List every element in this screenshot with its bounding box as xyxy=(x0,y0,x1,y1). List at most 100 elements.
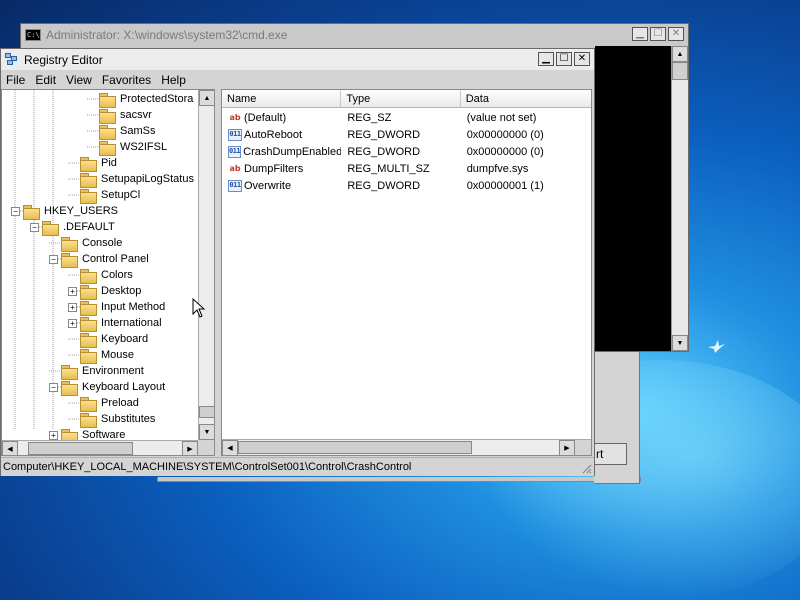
value-name: CrashDumpEnabled xyxy=(243,145,342,158)
regedit-titlebar[interactable]: Registry Editor ▁ ☐ ✕ xyxy=(1,49,594,70)
scroll-right-arrow-icon[interactable]: ▶ xyxy=(559,440,575,455)
registry-editor-icon xyxy=(5,53,19,66)
tree-item[interactable]: − Control Panel xyxy=(49,251,150,268)
tree-item[interactable]: Colors xyxy=(68,267,134,284)
list-header: Name Type Data xyxy=(222,90,591,108)
value-data: dumpfve.sys xyxy=(466,162,529,175)
tree-item[interactable]: Environment xyxy=(49,363,145,380)
regedit-close-button[interactable]: ✕ xyxy=(574,52,590,66)
tree-item[interactable]: sacsvr xyxy=(87,107,153,124)
tree-item[interactable]: − Keyboard Layout xyxy=(49,379,166,396)
tree-item-label: Console xyxy=(82,237,123,249)
expand-icon[interactable]: + xyxy=(68,302,77,312)
cmd-maximize-button[interactable]: ☐ xyxy=(650,27,666,41)
list-horizontal-scrollbar[interactable]: ◀ ▶ xyxy=(222,439,591,455)
folder-icon xyxy=(61,236,78,252)
scroll-up-arrow-icon[interactable]: ▲ xyxy=(672,46,688,62)
folder-icon xyxy=(99,108,116,124)
value-data: 0x00000000 (0) xyxy=(466,145,544,158)
value-data: (value not set) xyxy=(466,111,537,124)
scroll-down-arrow-icon[interactable]: ▼ xyxy=(199,424,214,440)
minimize-icon: ▁ xyxy=(542,53,550,64)
tree-item-label: Desktop xyxy=(101,285,142,297)
tree-item[interactable]: Console xyxy=(49,235,123,252)
collapse-icon[interactable]: − xyxy=(30,222,39,232)
list-item[interactable]: ab (Default) REG_SZ (value not set) xyxy=(222,109,591,126)
folder-icon xyxy=(61,364,78,380)
tree-item[interactable]: Mouse xyxy=(68,347,135,364)
list-hscroll-thumb[interactable] xyxy=(238,441,472,454)
folder-icon xyxy=(61,380,78,396)
regedit-maximize-button[interactable]: ☐ xyxy=(556,52,572,66)
collapse-icon[interactable]: − xyxy=(49,254,58,264)
column-header-name[interactable]: Name xyxy=(222,90,342,107)
tree-item[interactable]: + Desktop xyxy=(68,283,142,300)
regedit-minimize-button[interactable]: ▁ xyxy=(538,52,554,66)
tree-item[interactable]: − HKEY_USERS xyxy=(11,203,119,220)
value-type: REG_SZ xyxy=(347,111,392,124)
folder-icon xyxy=(42,220,59,236)
list-item[interactable]: 011 CrashDumpEnabled REG_DWORD 0x00000000 (… xyxy=(222,143,591,160)
expand-icon[interactable]: + xyxy=(68,286,77,296)
tree-item[interactable]: SetupCl xyxy=(68,187,141,204)
cmd-minimize-button[interactable]: ▁ xyxy=(632,27,648,41)
background-dialog-button[interactable]: rt xyxy=(594,443,627,465)
tree-item[interactable]: Keyboard xyxy=(68,331,149,348)
tree-item[interactable]: SamSs xyxy=(87,123,156,140)
cmd-titlebar[interactable]: C:\ Administrator: X:\windows\system32\c… xyxy=(21,24,688,45)
tree-item[interactable]: + Input Method xyxy=(68,299,166,316)
scroll-right-arrow-icon[interactable]: ▶ xyxy=(182,441,198,455)
expand-icon[interactable]: + xyxy=(68,318,77,328)
folder-icon xyxy=(80,172,97,188)
binary-value-icon: 011 xyxy=(228,179,242,192)
menu-help[interactable]: Help xyxy=(156,73,191,87)
list-item[interactable]: 011 AutoReboot REG_DWORD 0x00000000 (0) xyxy=(222,126,591,143)
collapse-icon[interactable]: − xyxy=(11,206,20,216)
folder-icon xyxy=(80,348,97,364)
regedit-window-title: Registry Editor xyxy=(24,52,103,67)
column-header-data[interactable]: Data xyxy=(461,90,591,107)
scroll-left-arrow-icon[interactable]: ◀ xyxy=(222,440,238,455)
tree-item-label: Control Panel xyxy=(82,253,149,265)
registry-key-tree[interactable]: ProtectedStora sacsvr SamSs WS2IFSL Pid Setup… xyxy=(1,89,215,456)
background-dialog-button-label: rt xyxy=(596,447,604,461)
column-header-type[interactable]: Type xyxy=(341,90,461,107)
cmd-close-button[interactable]: ✕ xyxy=(668,27,684,41)
tree-item[interactable]: WS2IFSL xyxy=(87,139,168,156)
expand-icon[interactable]: + xyxy=(49,430,58,440)
tree-item[interactable]: SetupapiLogStatus xyxy=(68,171,195,188)
close-icon: ✕ xyxy=(577,53,587,64)
folder-icon xyxy=(80,412,97,428)
value-name: AutoReboot xyxy=(244,128,303,141)
tree-item[interactable]: ProtectedStora xyxy=(87,91,194,108)
menu-file[interactable]: File xyxy=(1,73,30,87)
tree-item[interactable]: − .DEFAULT xyxy=(30,219,116,236)
tree-item[interactable]: + International xyxy=(68,315,163,332)
tree-vertical-scrollbar[interactable]: ▲ ▼ xyxy=(198,90,214,440)
cmd-console-area[interactable] xyxy=(595,46,671,351)
menu-view[interactable]: View xyxy=(61,73,97,87)
registry-values-list[interactable]: Name Type Data ab (Default) REG_SZ (value n… xyxy=(221,89,592,456)
string-value-icon: ab xyxy=(229,163,241,173)
tree-item[interactable]: Pid xyxy=(68,155,118,172)
cmd-vertical-scrollbar[interactable]: ▲ ▼ xyxy=(671,46,688,351)
tree-hscroll-thumb[interactable] xyxy=(28,442,133,455)
registry-editor-window[interactable]: Registry Editor ▁ ☐ ✕ File Edit View Fav… xyxy=(0,48,595,476)
list-item[interactable]: 011 Overwrite REG_DWORD 0x00000001 (1) xyxy=(222,177,591,194)
list-item[interactable]: ab DumpFilters REG_MULTI_SZ dumpfve.sys xyxy=(222,160,591,177)
resize-grip-icon[interactable] xyxy=(580,462,592,474)
scroll-down-arrow-icon[interactable]: ▼ xyxy=(672,335,688,351)
menu-edit[interactable]: Edit xyxy=(30,73,61,87)
cmd-scroll-thumb[interactable] xyxy=(672,62,688,80)
scroll-left-arrow-icon[interactable]: ◀ xyxy=(2,441,18,455)
tree-item[interactable]: Preload xyxy=(68,395,140,412)
menu-favorites[interactable]: Favorites xyxy=(97,73,156,87)
collapse-icon[interactable]: − xyxy=(49,382,58,392)
tree-scroll-thumb[interactable] xyxy=(199,406,214,418)
tree-horizontal-scrollbar[interactable]: ◀ ▶ xyxy=(2,440,198,455)
scroll-up-arrow-icon[interactable]: ▲ xyxy=(199,90,214,106)
tree-item[interactable]: Substitutes xyxy=(68,411,156,428)
